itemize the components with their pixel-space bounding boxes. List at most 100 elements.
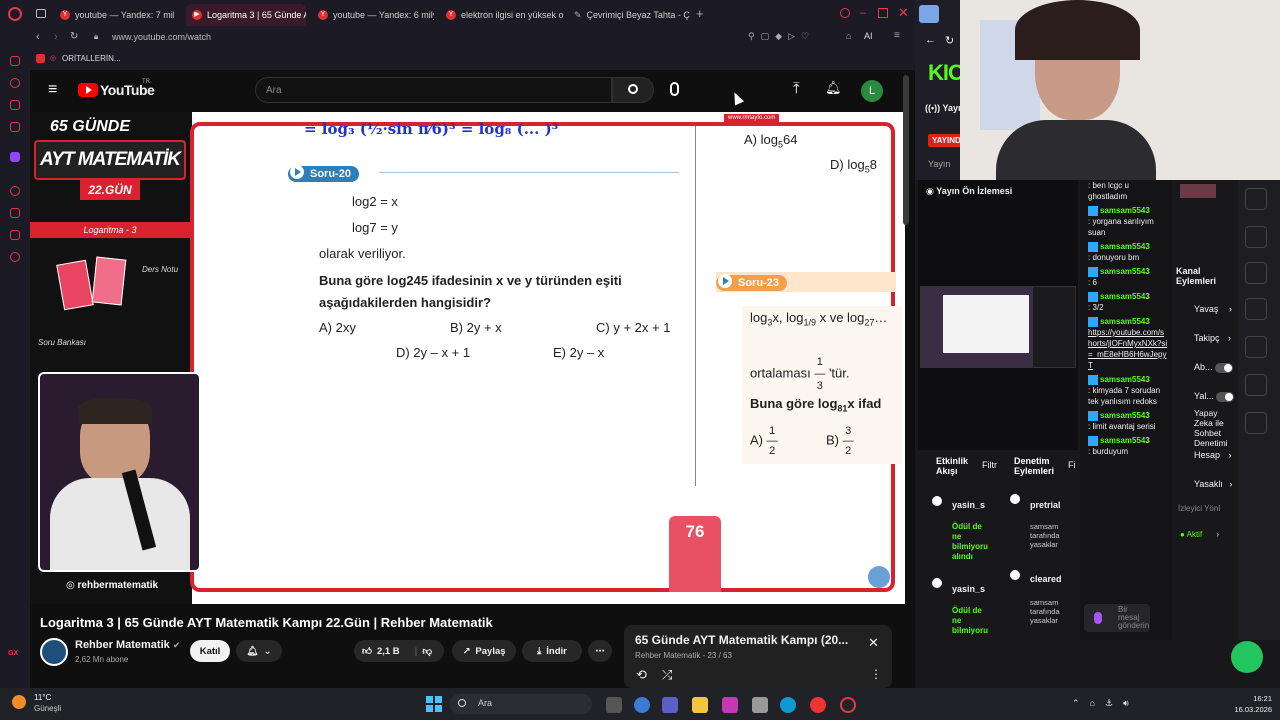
upload-icon[interactable]: ⤒: [793, 80, 800, 97]
tab-3[interactable]: Yyoutube — Yandex: 6 milyo: [312, 4, 434, 26]
app-icon[interactable]: [722, 697, 738, 713]
close-icon[interactable]: ✕: [868, 635, 879, 651]
chrome-icon[interactable]: [810, 697, 826, 713]
address-actions-icon[interactable]: ⚲▢◆▷♡: [748, 31, 815, 42]
file-explorer-icon[interactable]: [692, 697, 708, 713]
task-view-icon[interactable]: [606, 697, 622, 713]
shuffle-icon[interactable]: ⤮: [662, 667, 672, 683]
dropdown-icon[interactable]: [919, 5, 939, 23]
handwriting: = log₃ (½·sin π⁄6)³ = log₈ (... )³: [304, 120, 559, 138]
menu-icon[interactable]: ≡: [894, 30, 900, 41]
list-icon[interactable]: [1245, 374, 1267, 396]
broadcast-icon[interactable]: [1245, 336, 1267, 358]
slow-mode-item[interactable]: Yavaş ›: [1194, 304, 1232, 314]
share-button[interactable]: ↗ Paylaş: [452, 640, 516, 662]
opera-logo-icon[interactable]: [8, 7, 22, 21]
channel-avatar[interactable]: [40, 638, 68, 666]
back-icon[interactable]: ‹: [36, 31, 40, 43]
join-button[interactable]: Katıl: [190, 640, 230, 662]
tab-overview-icon[interactable]: [36, 9, 46, 18]
download-button[interactable]: ⤓ İndir: [522, 640, 582, 662]
tab-5[interactable]: ✎ Çevrimiçi Beyaz Tahta - Ç: [568, 4, 692, 26]
search-input[interactable]: Ara: [255, 77, 612, 103]
sidebar-item-twitch-icon[interactable]: [10, 152, 20, 162]
like-button[interactable]: 👍︎ 2,1 B | 👎︎: [354, 640, 444, 662]
tab-4[interactable]: Yelektron ilgisi en yüksek o: [440, 4, 564, 26]
minimize-icon[interactable]: –: [860, 7, 866, 19]
subscribers-item[interactable]: Ab...: [1194, 362, 1234, 373]
search-icon[interactable]: [840, 8, 850, 18]
start-button[interactable]: [426, 696, 442, 712]
sidebar-item-music-icon[interactable]: [10, 186, 20, 196]
sidebar-item-bookmarks-icon[interactable]: [10, 230, 20, 240]
tab-1[interactable]: Yyoutube — Yandex: 7 milyon: [54, 4, 174, 26]
sidebar-item-history-icon[interactable]: [10, 208, 20, 218]
video-title: Logaritma 3 | 65 Günde AYT Matematik Kam…: [40, 615, 493, 630]
forward-icon[interactable]: ›: [54, 31, 58, 43]
sidebar-item-messenger-icon[interactable]: [10, 100, 20, 110]
gx-icon[interactable]: GX: [8, 650, 18, 657]
subscribe-bell-button[interactable]: 🔔︎ ⌄: [236, 640, 282, 662]
kick-logo[interactable]: KIC: [928, 60, 964, 86]
followers-item[interactable]: Takipç ›: [1194, 333, 1231, 343]
ai-moderation-item[interactable]: Yapay Zeka ile Sohbet Denetimi: [1194, 408, 1238, 448]
microphone-icon[interactable]: [670, 82, 679, 96]
microphone-icon[interactable]: [1094, 612, 1102, 624]
bookmark-item[interactable]: ORİTALLERİN...: [62, 54, 121, 63]
search-button[interactable]: [612, 77, 654, 103]
notifications-bell-icon[interactable]: 🔔︎: [825, 80, 842, 96]
active-status[interactable]: ● Aktif ›: [1180, 530, 1219, 539]
filter-button[interactable]: Filtr: [982, 460, 997, 470]
sidebar-item-settings-icon[interactable]: [10, 252, 20, 262]
sidebar-item-aria-icon[interactable]: [10, 78, 20, 88]
maximize-icon[interactable]: [878, 8, 888, 18]
moderation-title: Denetim Eylemleri: [1014, 456, 1055, 476]
edge-icon[interactable]: [780, 697, 796, 713]
ai-button[interactable]: AI: [864, 31, 873, 41]
more-actions-button[interactable]: ⋯: [588, 640, 612, 662]
filter-button[interactable]: Fi: [1068, 460, 1076, 470]
playlist-title[interactable]: 65 Günde AYT Matematik Kampı (20...: [635, 633, 848, 647]
weather-icon[interactable]: [12, 695, 26, 709]
banned-item[interactable]: Yasaklı ›: [1194, 479, 1232, 489]
account-item[interactable]: Hesap ›: [1194, 450, 1232, 460]
reload-icon[interactable]: ↻: [945, 34, 954, 47]
url-input[interactable]: www.youtube.com/watch: [112, 32, 211, 42]
wallet-icon[interactable]: ⌂: [846, 31, 851, 41]
system-tray-icons[interactable]: ⌃⌂⚓🔊︎: [1072, 698, 1139, 709]
toggle-switch[interactable]: [1216, 391, 1235, 402]
playlist-menu-icon[interactable]: ⋮: [870, 667, 882, 681]
chevron-right-icon: ›: [1228, 304, 1232, 314]
bookmarks-bar: ◎ ORİTALLERİN...: [0, 48, 915, 70]
close-icon[interactable]: ✕: [898, 5, 909, 21]
toggle-switch[interactable]: [1215, 362, 1234, 373]
subscriber-count: 2,62 Mn abone: [75, 655, 129, 664]
reload-icon[interactable]: ↻: [70, 31, 78, 42]
help-button[interactable]: [1231, 641, 1263, 673]
store-icon[interactable]: [752, 697, 768, 713]
teams-icon[interactable]: [662, 697, 678, 713]
hamburger-menu-icon[interactable]: ≡: [48, 82, 57, 98]
opera-gx-icon[interactable]: [840, 697, 856, 713]
emote-item[interactable]: Yal...: [1194, 391, 1235, 402]
document-icon[interactable]: [1245, 262, 1267, 284]
sidebar-item-home-icon[interactable]: [10, 56, 20, 66]
sidebar-item-instagram-icon[interactable]: [10, 122, 20, 132]
wrench-icon[interactable]: [1245, 412, 1267, 434]
bookmark-icon: [36, 54, 45, 63]
channel-name[interactable]: Rehber Matematik ✔: [75, 639, 180, 651]
camera-icon[interactable]: [1245, 188, 1267, 210]
lightning-icon[interactable]: [1245, 226, 1267, 248]
back-icon[interactable]: ←: [925, 34, 936, 46]
page-scrollbar[interactable]: [903, 75, 909, 225]
loop-icon[interactable]: ⟲: [636, 667, 647, 683]
youtube-logo-icon[interactable]: [78, 83, 98, 97]
copilot-icon[interactable]: [634, 697, 650, 713]
taskbar-search[interactable]: Ara: [450, 694, 592, 714]
stream-preview-thumbnail[interactable]: [920, 286, 1076, 368]
new-tab-icon[interactable]: +: [696, 6, 704, 21]
more-icon[interactable]: [1245, 450, 1267, 472]
chat-icon[interactable]: [1245, 298, 1267, 320]
tab-2[interactable]: ▶ Logaritma 3 | 65 Günde A: [186, 4, 306, 26]
account-avatar[interactable]: L: [861, 80, 883, 102]
